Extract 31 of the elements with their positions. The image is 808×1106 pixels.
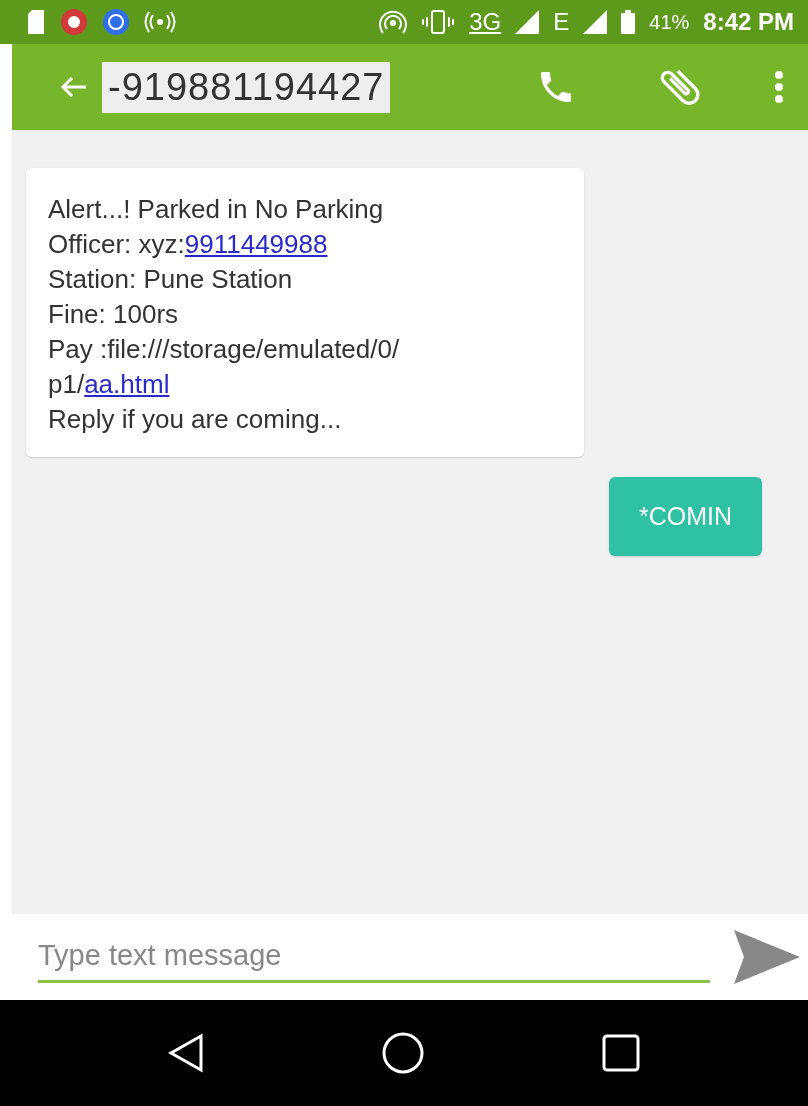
contact-number: -919881194427 [102,61,391,113]
app-icon [60,8,88,36]
message-text: Fine: 100rs [48,298,180,331]
back-nav-button[interactable] [168,1033,205,1073]
message-text: *COMIN [638,501,732,532]
clock: 8:42 PM [703,8,794,36]
signal-icon [515,10,540,34]
network-type: E [553,8,570,36]
battery-level: 41% [649,10,690,34]
message-input[interactable]: Type text message [38,931,710,983]
message-link[interactable]: 9911449988 [184,229,328,259]
battery-icon [621,10,636,34]
back-button[interactable] [60,75,88,99]
message-text: Alert...! Parked in No Parking [48,193,385,226]
message-link[interactable]: aa.html [84,369,170,399]
vibrate-icon [421,9,456,35]
broadcast-icon [144,10,176,34]
home-button[interactable] [381,1031,425,1075]
hotspot-icon [379,9,408,35]
message-text: Reply if you are coming... [48,403,343,436]
more-button[interactable] [774,70,784,104]
message-text: p1/aa.html [48,368,171,401]
network-type: 3G [469,8,502,36]
recents-button[interactable] [601,1034,640,1072]
chat-icon [102,8,130,36]
signal-icon [583,10,608,34]
send-button[interactable] [734,930,800,984]
sd-card-icon [26,10,46,34]
message-text: Officer: xyz:9911449988 [48,228,329,261]
message-text: Station: Pune Station [48,263,294,296]
message-text: Pay :file:///storage/emulated/0/ [48,333,401,366]
